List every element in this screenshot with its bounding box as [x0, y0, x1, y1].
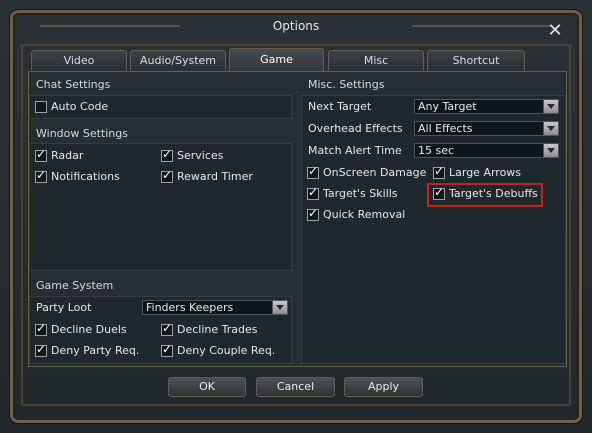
misc-settings-title: Misc. Settings	[308, 78, 385, 91]
close-icon[interactable]: ✕	[546, 22, 564, 40]
overhead-effects-label: Overhead Effects	[308, 122, 403, 135]
tab-audio-system[interactable]: Audio/System	[130, 50, 226, 70]
tab-misc[interactable]: Misc	[328, 50, 424, 70]
checkbox-box	[35, 342, 47, 357]
notifications-label: Notifications	[51, 170, 120, 183]
chat-settings-title: Chat Settings	[36, 78, 111, 91]
game-system-title: Game System	[36, 279, 114, 292]
decline-duels-checkbox[interactable]: Decline Duels	[35, 321, 127, 336]
onscreen-damage-label: OnScreen Damage	[323, 166, 427, 179]
checkbox-box	[161, 168, 173, 183]
window-title: Options	[40, 14, 552, 38]
quick-removal-checkbox[interactable]: Quick Removal	[307, 206, 406, 221]
party-loot-label: Party Loot	[36, 301, 92, 314]
match-alert-value: 15 sec	[418, 144, 455, 157]
decline-trades-checkbox[interactable]: Decline Trades	[161, 321, 258, 336]
chevron-down-icon	[543, 122, 558, 135]
party-loot-value: Finders Keepers	[146, 301, 234, 314]
deny-couple-checkbox[interactable]: Deny Couple Req.	[161, 342, 276, 357]
chevron-down-icon	[543, 100, 558, 113]
targets-skills-checkbox[interactable]: Target's Skills	[307, 185, 398, 200]
match-alert-label: Match Alert Time	[308, 144, 402, 157]
cancel-button[interactable]: Cancel	[256, 377, 335, 397]
window-settings-panel	[29, 143, 292, 271]
checkbox-box	[161, 321, 173, 336]
window-settings-title: Window Settings	[36, 127, 128, 140]
overhead-effects-value: All Effects	[418, 122, 473, 135]
chevron-down-icon	[272, 301, 287, 314]
checkbox-box	[161, 147, 173, 162]
decline-trades-label: Decline Trades	[177, 323, 258, 336]
checkbox-box	[307, 206, 319, 221]
next-target-label: Next Target	[308, 100, 372, 113]
tab-shortcut[interactable]: Shortcut	[427, 50, 525, 70]
ok-button[interactable]: OK	[168, 377, 246, 397]
quick-removal-label: Quick Removal	[323, 208, 406, 221]
checkbox-box	[307, 164, 319, 179]
services-checkbox[interactable]: Services	[161, 147, 224, 162]
targets-debuffs-checkbox[interactable]: Target's Debuffs	[433, 185, 538, 200]
match-alert-select[interactable]: 15 sec	[414, 143, 559, 158]
onscreen-damage-checkbox[interactable]: OnScreen Damage	[307, 164, 427, 179]
checkbox-box	[35, 147, 47, 162]
checkbox-box	[307, 185, 319, 200]
overhead-effects-select[interactable]: All Effects	[414, 121, 559, 136]
large-arrows-label: Large Arrows	[449, 166, 522, 179]
checkbox-box	[433, 185, 445, 200]
notifications-checkbox[interactable]: Notifications	[35, 168, 120, 183]
auto-code-checkbox[interactable]: Auto Code	[35, 100, 108, 113]
targets-debuffs-label: Target's Debuffs	[449, 187, 538, 200]
radar-checkbox[interactable]: Radar	[35, 147, 84, 162]
checkbox-box	[35, 100, 47, 113]
options-window: Options ✕ Video Audio/System Game Misc S…	[0, 0, 592, 433]
party-loot-select[interactable]: Finders Keepers	[142, 300, 288, 315]
reward-timer-label: Reward Timer	[177, 170, 253, 183]
reward-timer-checkbox[interactable]: Reward Timer	[161, 168, 253, 183]
next-target-value: Any Target	[418, 100, 477, 113]
radar-label: Radar	[51, 149, 84, 162]
checkbox-box	[161, 342, 173, 357]
large-arrows-checkbox[interactable]: Large Arrows	[433, 164, 522, 179]
tab-video[interactable]: Video	[31, 50, 127, 70]
deny-couple-label: Deny Couple Req.	[177, 344, 276, 357]
deny-party-checkbox[interactable]: Deny Party Req.	[35, 342, 140, 357]
next-target-select[interactable]: Any Target	[414, 99, 559, 114]
tab-game[interactable]: Game	[229, 48, 324, 72]
checkbox-box	[35, 321, 47, 336]
targets-skills-label: Target's Skills	[323, 187, 398, 200]
services-label: Services	[177, 149, 224, 162]
decline-duels-label: Decline Duels	[51, 323, 127, 336]
chevron-down-icon	[543, 144, 558, 157]
checkbox-box	[35, 168, 47, 183]
checkbox-box	[433, 164, 445, 179]
apply-button[interactable]: Apply	[344, 377, 423, 397]
auto-code-label: Auto Code	[51, 100, 109, 113]
deny-party-label: Deny Party Req.	[51, 344, 140, 357]
